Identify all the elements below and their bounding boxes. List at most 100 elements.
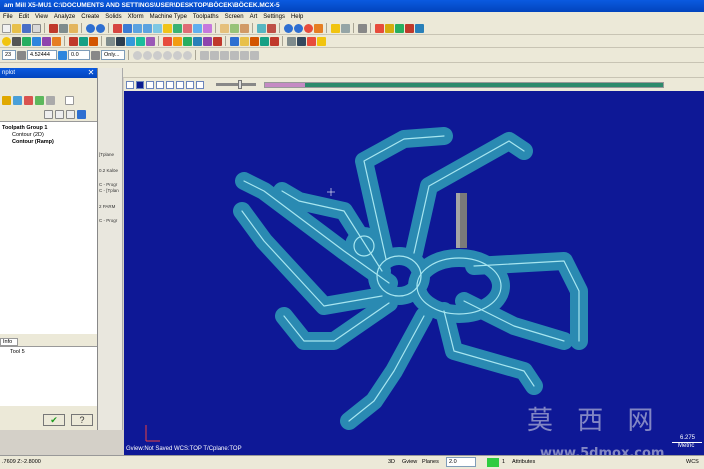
menu-file[interactable]: File [0, 12, 16, 22]
spline-icon[interactable] [42, 36, 51, 46]
mail-icon[interactable] [66, 110, 75, 119]
surface-net-icon[interactable] [250, 36, 259, 46]
tool-icon[interactable] [2, 96, 11, 105]
open-folder-icon[interactable] [12, 23, 21, 33]
menu-analyze[interactable]: Analyze [51, 12, 78, 22]
window-select-icon[interactable] [240, 50, 249, 60]
step-forward-icon[interactable] [176, 80, 184, 89]
level-select[interactable]: Only... [101, 50, 125, 60]
menu-machine-type[interactable]: Machine Type [147, 12, 190, 22]
arc-icon[interactable] [22, 36, 31, 46]
zoom-window-icon[interactable] [123, 23, 132, 33]
z-input[interactable]: 0.0 [68, 50, 90, 60]
step-back-icon[interactable] [146, 80, 154, 89]
regen-icon[interactable] [405, 23, 414, 33]
trace-icon[interactable] [196, 80, 204, 89]
status-z-input[interactable]: 2.0 [446, 457, 476, 467]
boolean-icon[interactable] [213, 36, 222, 46]
repaint-icon[interactable] [163, 23, 172, 33]
star-icon[interactable] [331, 23, 340, 33]
tree-item-group[interactable]: Toolpath Group 1 [0, 125, 97, 132]
status-gview[interactable]: Gview [402, 456, 417, 469]
info-icon[interactable] [65, 96, 74, 105]
surface-icon[interactable] [230, 36, 239, 46]
endpoint-icon[interactable] [35, 96, 44, 105]
color-swatch-icon[interactable] [487, 458, 499, 467]
undo-icon[interactable] [86, 23, 95, 33]
filter-icon[interactable] [200, 50, 209, 60]
status-wcs[interactable]: WCS [686, 456, 699, 469]
hidden-line-icon[interactable] [240, 23, 249, 33]
solid-loft-icon[interactable] [193, 36, 202, 46]
rapid-icon[interactable] [24, 96, 33, 105]
select-all-icon[interactable] [220, 50, 229, 60]
wireframe-icon[interactable] [230, 23, 239, 33]
note-icon[interactable] [297, 36, 306, 46]
list-icon[interactable] [55, 110, 64, 119]
new-file-icon[interactable] [2, 23, 11, 33]
toolpath-manager-icon[interactable] [415, 23, 424, 33]
delete-icon[interactable] [113, 23, 122, 33]
letters-icon[interactable] [317, 36, 326, 46]
shade-icon[interactable] [220, 23, 229, 33]
speed-slider-thumb[interactable] [238, 80, 242, 89]
circle-icon[interactable] [173, 50, 182, 60]
pick-icon[interactable] [17, 50, 26, 60]
solid-extrude-icon[interactable] [163, 36, 172, 46]
trim-icon[interactable] [69, 36, 78, 46]
check-icon[interactable] [44, 110, 53, 119]
circle-icon[interactable] [153, 50, 162, 60]
line-icon[interactable] [12, 36, 21, 46]
chevron-down-icon[interactable] [58, 50, 67, 60]
pen-icon[interactable] [358, 23, 367, 33]
menu-help[interactable]: Help [288, 12, 306, 22]
surface-trim-icon[interactable] [270, 36, 279, 46]
lock-icon[interactable] [91, 50, 100, 60]
holder-icon[interactable] [13, 96, 22, 105]
fast-forward-icon[interactable] [166, 80, 174, 89]
menu-toolpaths[interactable]: Toolpaths [190, 12, 222, 22]
zoom-out-icon[interactable] [143, 23, 152, 33]
save-icon[interactable] [77, 110, 86, 119]
analyze-icon[interactable] [257, 23, 266, 33]
menu-create[interactable]: Create [78, 12, 102, 22]
tree-item-contour-2d[interactable]: Contour (2D) [0, 132, 97, 139]
area-select-icon[interactable] [250, 50, 259, 60]
solid-revolve-icon[interactable] [173, 36, 182, 46]
circle-icon[interactable] [133, 50, 142, 60]
rewind-icon[interactable] [156, 80, 164, 89]
menu-settings[interactable]: Settings [260, 12, 288, 22]
close-icon[interactable]: ✕ [87, 68, 95, 77]
join-icon[interactable] [89, 36, 98, 46]
menu-screen[interactable]: Screen [222, 12, 247, 22]
tab-info[interactable]: Info [0, 338, 18, 346]
status-attributes[interactable]: Attributes [512, 456, 535, 469]
status-level[interactable]: 1 [502, 456, 505, 469]
tree-item-contour-ramp[interactable]: Contour (Ramp) [0, 139, 97, 146]
stop-icon[interactable] [136, 80, 144, 89]
dimension-icon[interactable] [287, 36, 296, 46]
options-icon[interactable] [186, 80, 194, 89]
fit-icon[interactable] [153, 23, 162, 33]
break-icon[interactable] [79, 36, 88, 46]
status-planes[interactable]: Planes [422, 456, 439, 469]
surface-draft-icon[interactable] [260, 36, 269, 46]
screen-clear-icon[interactable] [267, 23, 276, 33]
solid-fillet-icon[interactable] [203, 36, 212, 46]
speed-slider[interactable] [216, 80, 256, 89]
menu-xform[interactable]: Xform [125, 12, 147, 22]
circle-icon[interactable] [163, 50, 172, 60]
solid-sweep-icon[interactable] [183, 36, 192, 46]
view-top-icon[interactable] [173, 23, 182, 33]
color-icon[interactable] [46, 96, 55, 105]
save-icon[interactable] [22, 23, 31, 33]
view-iso-icon[interactable] [203, 23, 212, 33]
translate-icon[interactable] [106, 36, 115, 46]
cut-icon[interactable] [49, 23, 58, 33]
mask-icon[interactable] [210, 50, 219, 60]
mirror-icon[interactable] [116, 36, 125, 46]
verify-icon[interactable] [375, 23, 384, 33]
menu-edit[interactable]: Edit [16, 12, 32, 22]
chain-icon[interactable] [230, 50, 239, 60]
circle-icon[interactable] [143, 50, 152, 60]
